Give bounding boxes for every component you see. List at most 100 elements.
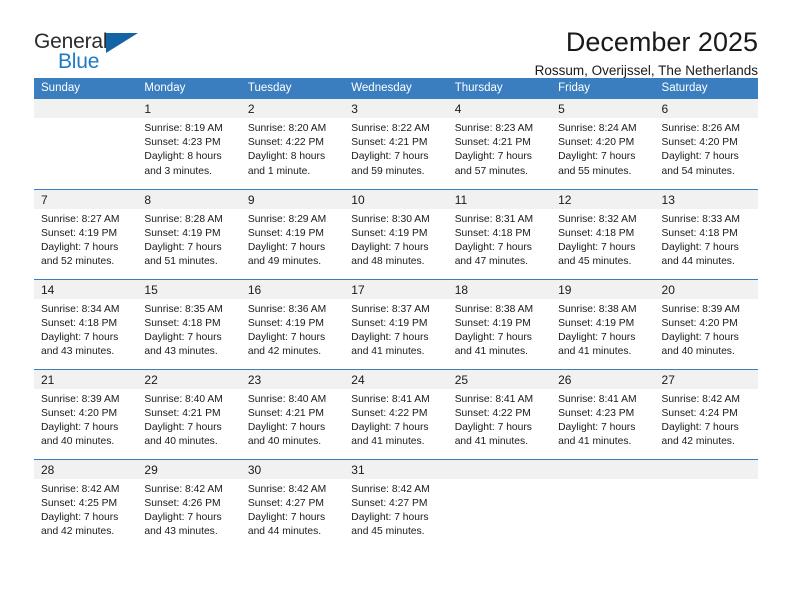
day-cell[interactable]: 23 Sunrise: 8:40 AM Sunset: 4:21 PM Dayligh… <box>240 368 345 459</box>
sunrise-text: Sunrise: 8:38 AM <box>558 303 637 315</box>
day-number: 23 <box>240 369 345 389</box>
day-cell[interactable]: 29 Sunrise: 8:42 AM Sunset: 4:26 PM Dayligh… <box>137 458 241 549</box>
day-cell[interactable]: 31 Sunrise: 8:42 AM Sunset: 4:27 PM Dayligh… <box>344 458 448 549</box>
day-cell[interactable]: 9 Sunrise: 8:29 AM Sunset: 4:19 PM Daylight… <box>240 188 345 279</box>
daylight-text-line2: and 42 minutes. <box>41 526 115 538</box>
daylight-text-line2: and 54 minutes. <box>661 165 735 177</box>
day-cell[interactable]: 18 Sunrise: 8:38 AM Sunset: 4:19 PM Dayligh… <box>447 278 552 369</box>
general-blue-logo: General Blue <box>34 28 150 80</box>
sunset-text: Sunset: 4:21 PM <box>247 407 324 419</box>
week-row: 14 Sunrise: 8:34 AM Sunset: 4:18 PM Dayligh… <box>34 278 758 369</box>
day-number <box>654 459 758 479</box>
weekday-header-sunday: Sunday <box>34 78 138 99</box>
day-details: Sunrise: 8:26 AM Sunset: 4:20 PM Daylight:… <box>655 118 758 179</box>
sunset-text: Sunset: 4:21 PM <box>144 407 221 419</box>
day-number: 28 <box>34 459 138 479</box>
day-cell[interactable] <box>34 99 138 189</box>
daylight-text-line1: Daylight: 7 hours <box>41 511 119 523</box>
daylight-text-line2: and 45 minutes. <box>351 526 425 538</box>
day-cell[interactable]: 21 Sunrise: 8:39 AM Sunset: 4:20 PM Dayligh… <box>34 368 138 459</box>
sunset-text: Sunset: 4:21 PM <box>454 137 531 149</box>
daylight-text-line1: Daylight: 7 hours <box>661 241 739 253</box>
day-number: 8 <box>137 189 241 209</box>
day-cell[interactable]: 2 Sunrise: 8:20 AM Sunset: 4:22 PM Daylight… <box>240 99 345 189</box>
day-cell[interactable]: 3 Sunrise: 8:22 AM Sunset: 4:21 PM Daylight… <box>344 99 448 189</box>
day-cell[interactable]: 28 Sunrise: 8:42 AM Sunset: 4:25 PM Dayligh… <box>34 458 138 549</box>
sunrise-text: Sunrise: 8:27 AM <box>41 213 120 225</box>
daylight-text-line1: Daylight: 7 hours <box>454 241 532 253</box>
sunrise-text: Sunrise: 8:42 AM <box>144 483 223 495</box>
day-cell[interactable]: 5 Sunrise: 8:24 AM Sunset: 4:20 PM Daylight… <box>551 99 655 189</box>
daylight-text-line2: and 41 minutes. <box>454 436 528 448</box>
day-cell[interactable]: 27 Sunrise: 8:42 AM Sunset: 4:24 PM Dayligh… <box>654 368 758 459</box>
day-cell[interactable]: 14 Sunrise: 8:34 AM Sunset: 4:18 PM Dayligh… <box>34 278 138 369</box>
day-cell[interactable] <box>551 458 655 549</box>
day-cell[interactable]: 20 Sunrise: 8:39 AM Sunset: 4:20 PM Dayligh… <box>654 278 758 369</box>
sunrise-text: Sunrise: 8:35 AM <box>144 303 223 315</box>
day-details: Sunrise: 8:42 AM Sunset: 4:26 PM Daylight:… <box>137 479 240 540</box>
day-cell[interactable]: 7 Sunrise: 8:27 AM Sunset: 4:19 PM Daylight… <box>34 188 138 279</box>
day-cell[interactable] <box>447 458 552 549</box>
sunset-text: Sunset: 4:18 PM <box>454 227 531 239</box>
sunrise-text: Sunrise: 8:42 AM <box>661 393 740 405</box>
sunset-text: Sunset: 4:20 PM <box>661 137 738 149</box>
day-cell[interactable]: 1 Sunrise: 8:19 AM Sunset: 4:23 PM Daylight… <box>137 99 241 189</box>
day-number: 15 <box>137 279 241 299</box>
day-cell[interactable]: 8 Sunrise: 8:28 AM Sunset: 4:19 PM Daylight… <box>137 188 241 279</box>
day-cell[interactable]: 12 Sunrise: 8:32 AM Sunset: 4:18 PM Dayligh… <box>551 188 655 279</box>
day-cell[interactable]: 26 Sunrise: 8:41 AM Sunset: 4:23 PM Dayligh… <box>551 368 655 459</box>
sunset-text: Sunset: 4:24 PM <box>661 407 738 419</box>
day-cell[interactable]: 16 Sunrise: 8:36 AM Sunset: 4:19 PM Dayligh… <box>240 278 345 369</box>
sunset-text: Sunset: 4:20 PM <box>41 407 118 419</box>
logo-word-blue: Blue <box>58 50 100 73</box>
sunset-text: Sunset: 4:19 PM <box>351 227 428 239</box>
day-cell[interactable]: 22 Sunrise: 8:40 AM Sunset: 4:21 PM Dayligh… <box>137 368 241 459</box>
day-number: 20 <box>654 279 758 299</box>
day-details: Sunrise: 8:42 AM Sunset: 4:27 PM Daylight:… <box>241 479 344 540</box>
sunrise-text: Sunrise: 8:30 AM <box>351 213 430 225</box>
sunset-text: Sunset: 4:18 PM <box>661 227 738 239</box>
day-cell[interactable]: 17 Sunrise: 8:37 AM Sunset: 4:19 PM Dayligh… <box>344 278 448 369</box>
sunset-text: Sunset: 4:19 PM <box>454 317 531 329</box>
day-cell[interactable]: 10 Sunrise: 8:30 AM Sunset: 4:19 PM Dayligh… <box>344 188 448 279</box>
day-details: Sunrise: 8:40 AM Sunset: 4:21 PM Daylight:… <box>241 389 344 450</box>
daylight-text-line1: Daylight: 7 hours <box>454 331 532 343</box>
daylight-text-line2: and 44 minutes. <box>661 256 735 268</box>
day-cell[interactable]: 6 Sunrise: 8:26 AM Sunset: 4:20 PM Daylight… <box>654 99 758 189</box>
day-cell[interactable]: 24 Sunrise: 8:41 AM Sunset: 4:22 PM Dayligh… <box>344 368 448 459</box>
weekday-header-monday: Monday <box>137 78 241 99</box>
day-number: 29 <box>137 459 241 479</box>
day-details: Sunrise: 8:35 AM Sunset: 4:18 PM Daylight:… <box>137 299 240 360</box>
daylight-text-line2: and 41 minutes. <box>351 346 425 358</box>
day-details: Sunrise: 8:39 AM Sunset: 4:20 PM Daylight:… <box>655 299 758 360</box>
day-number <box>447 459 552 479</box>
day-cell[interactable] <box>654 458 758 549</box>
daylight-text-line1: Daylight: 7 hours <box>558 151 636 163</box>
day-number: 12 <box>551 189 655 209</box>
day-number: 21 <box>34 369 138 389</box>
day-cell[interactable]: 4 Sunrise: 8:23 AM Sunset: 4:21 PM Daylight… <box>447 99 552 189</box>
day-details: Sunrise: 8:20 AM Sunset: 4:22 PM Daylight:… <box>241 118 344 179</box>
sunset-text: Sunset: 4:18 PM <box>144 317 221 329</box>
daylight-text-line2: and 43 minutes. <box>144 346 218 358</box>
daylight-text-line2: and 41 minutes. <box>454 346 528 358</box>
daylight-text-line2: and 51 minutes. <box>144 256 218 268</box>
daylight-text-line1: Daylight: 7 hours <box>144 241 222 253</box>
day-cell[interactable]: 19 Sunrise: 8:38 AM Sunset: 4:19 PM Dayligh… <box>551 278 655 369</box>
daylight-text-line1: Daylight: 7 hours <box>661 151 739 163</box>
sunset-text: Sunset: 4:20 PM <box>661 317 738 329</box>
sunrise-text: Sunrise: 8:33 AM <box>661 213 740 225</box>
sunset-text: Sunset: 4:19 PM <box>558 317 635 329</box>
day-number: 10 <box>344 189 448 209</box>
calendar-page: General Blue December 2025 Rossum, Overi… <box>0 0 792 612</box>
day-cell[interactable]: 15 Sunrise: 8:35 AM Sunset: 4:18 PM Dayligh… <box>137 278 241 369</box>
day-cell[interactable]: 30 Sunrise: 8:42 AM Sunset: 4:27 PM Dayligh… <box>240 458 345 549</box>
daylight-text-line1: Daylight: 7 hours <box>661 331 739 343</box>
week-row: 28 Sunrise: 8:42 AM Sunset: 4:25 PM Dayligh… <box>34 458 758 549</box>
day-cell[interactable]: 11 Sunrise: 8:31 AM Sunset: 4:18 PM Dayligh… <box>447 188 552 279</box>
day-number: 2 <box>240 99 345 118</box>
daylight-text-line1: Daylight: 8 hours <box>144 151 222 163</box>
day-cell[interactable]: 25 Sunrise: 8:41 AM Sunset: 4:22 PM Dayligh… <box>447 368 552 459</box>
day-cell[interactable]: 13 Sunrise: 8:33 AM Sunset: 4:18 PM Dayligh… <box>654 188 758 279</box>
day-details: Sunrise: 8:41 AM Sunset: 4:22 PM Daylight:… <box>448 389 551 450</box>
